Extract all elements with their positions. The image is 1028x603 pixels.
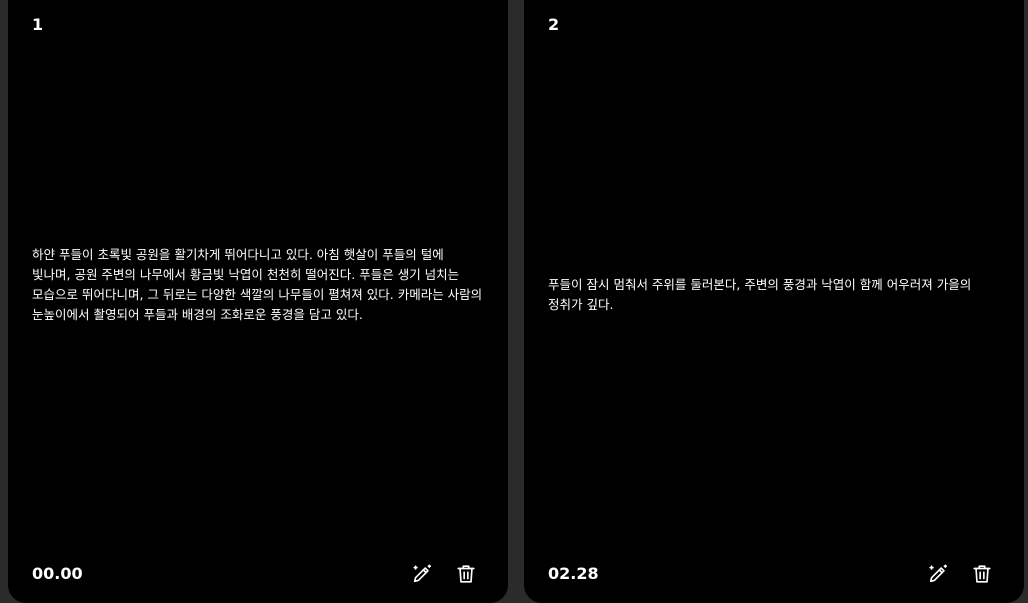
scene-timestamp: 00.00 bbox=[32, 564, 83, 583]
magic-pencil-icon bbox=[929, 564, 948, 583]
delete-scene-button[interactable] bbox=[454, 562, 478, 586]
trash-icon bbox=[973, 565, 991, 583]
edit-scene-button[interactable] bbox=[926, 562, 950, 586]
scene-description: 하얀 푸들이 초록빛 공원을 활기차게 뛰어다니고 있다. 아침 햇살이 푸들의… bbox=[32, 247, 483, 322]
edit-scene-button[interactable] bbox=[410, 562, 434, 586]
scene-number: 2 bbox=[548, 15, 560, 34]
scene-board: 1 하얀 푸들이 초록빛 공원을 활기차게 뛰어다니고 있다. 아침 햇살이 푸… bbox=[0, 0, 1028, 603]
magic-pencil-icon bbox=[413, 564, 432, 583]
scene-card[interactable]: 2 푸들이 잠시 멈춰서 주위를 둘러본다, 주변의 풍경과 낙엽이 함께 어우… bbox=[524, 0, 1024, 603]
delete-scene-button[interactable] bbox=[970, 562, 994, 586]
scene-timestamp: 02.28 bbox=[548, 564, 599, 583]
scene-card[interactable]: 1 하얀 푸들이 초록빛 공원을 활기차게 뛰어다니고 있다. 아침 햇살이 푸… bbox=[8, 0, 508, 603]
scene-description: 푸들이 잠시 멈춰서 주위를 둘러본다, 주변의 풍경과 낙엽이 함께 어우러져… bbox=[548, 277, 972, 312]
trash-icon bbox=[457, 565, 475, 583]
scene-number: 1 bbox=[32, 15, 44, 34]
